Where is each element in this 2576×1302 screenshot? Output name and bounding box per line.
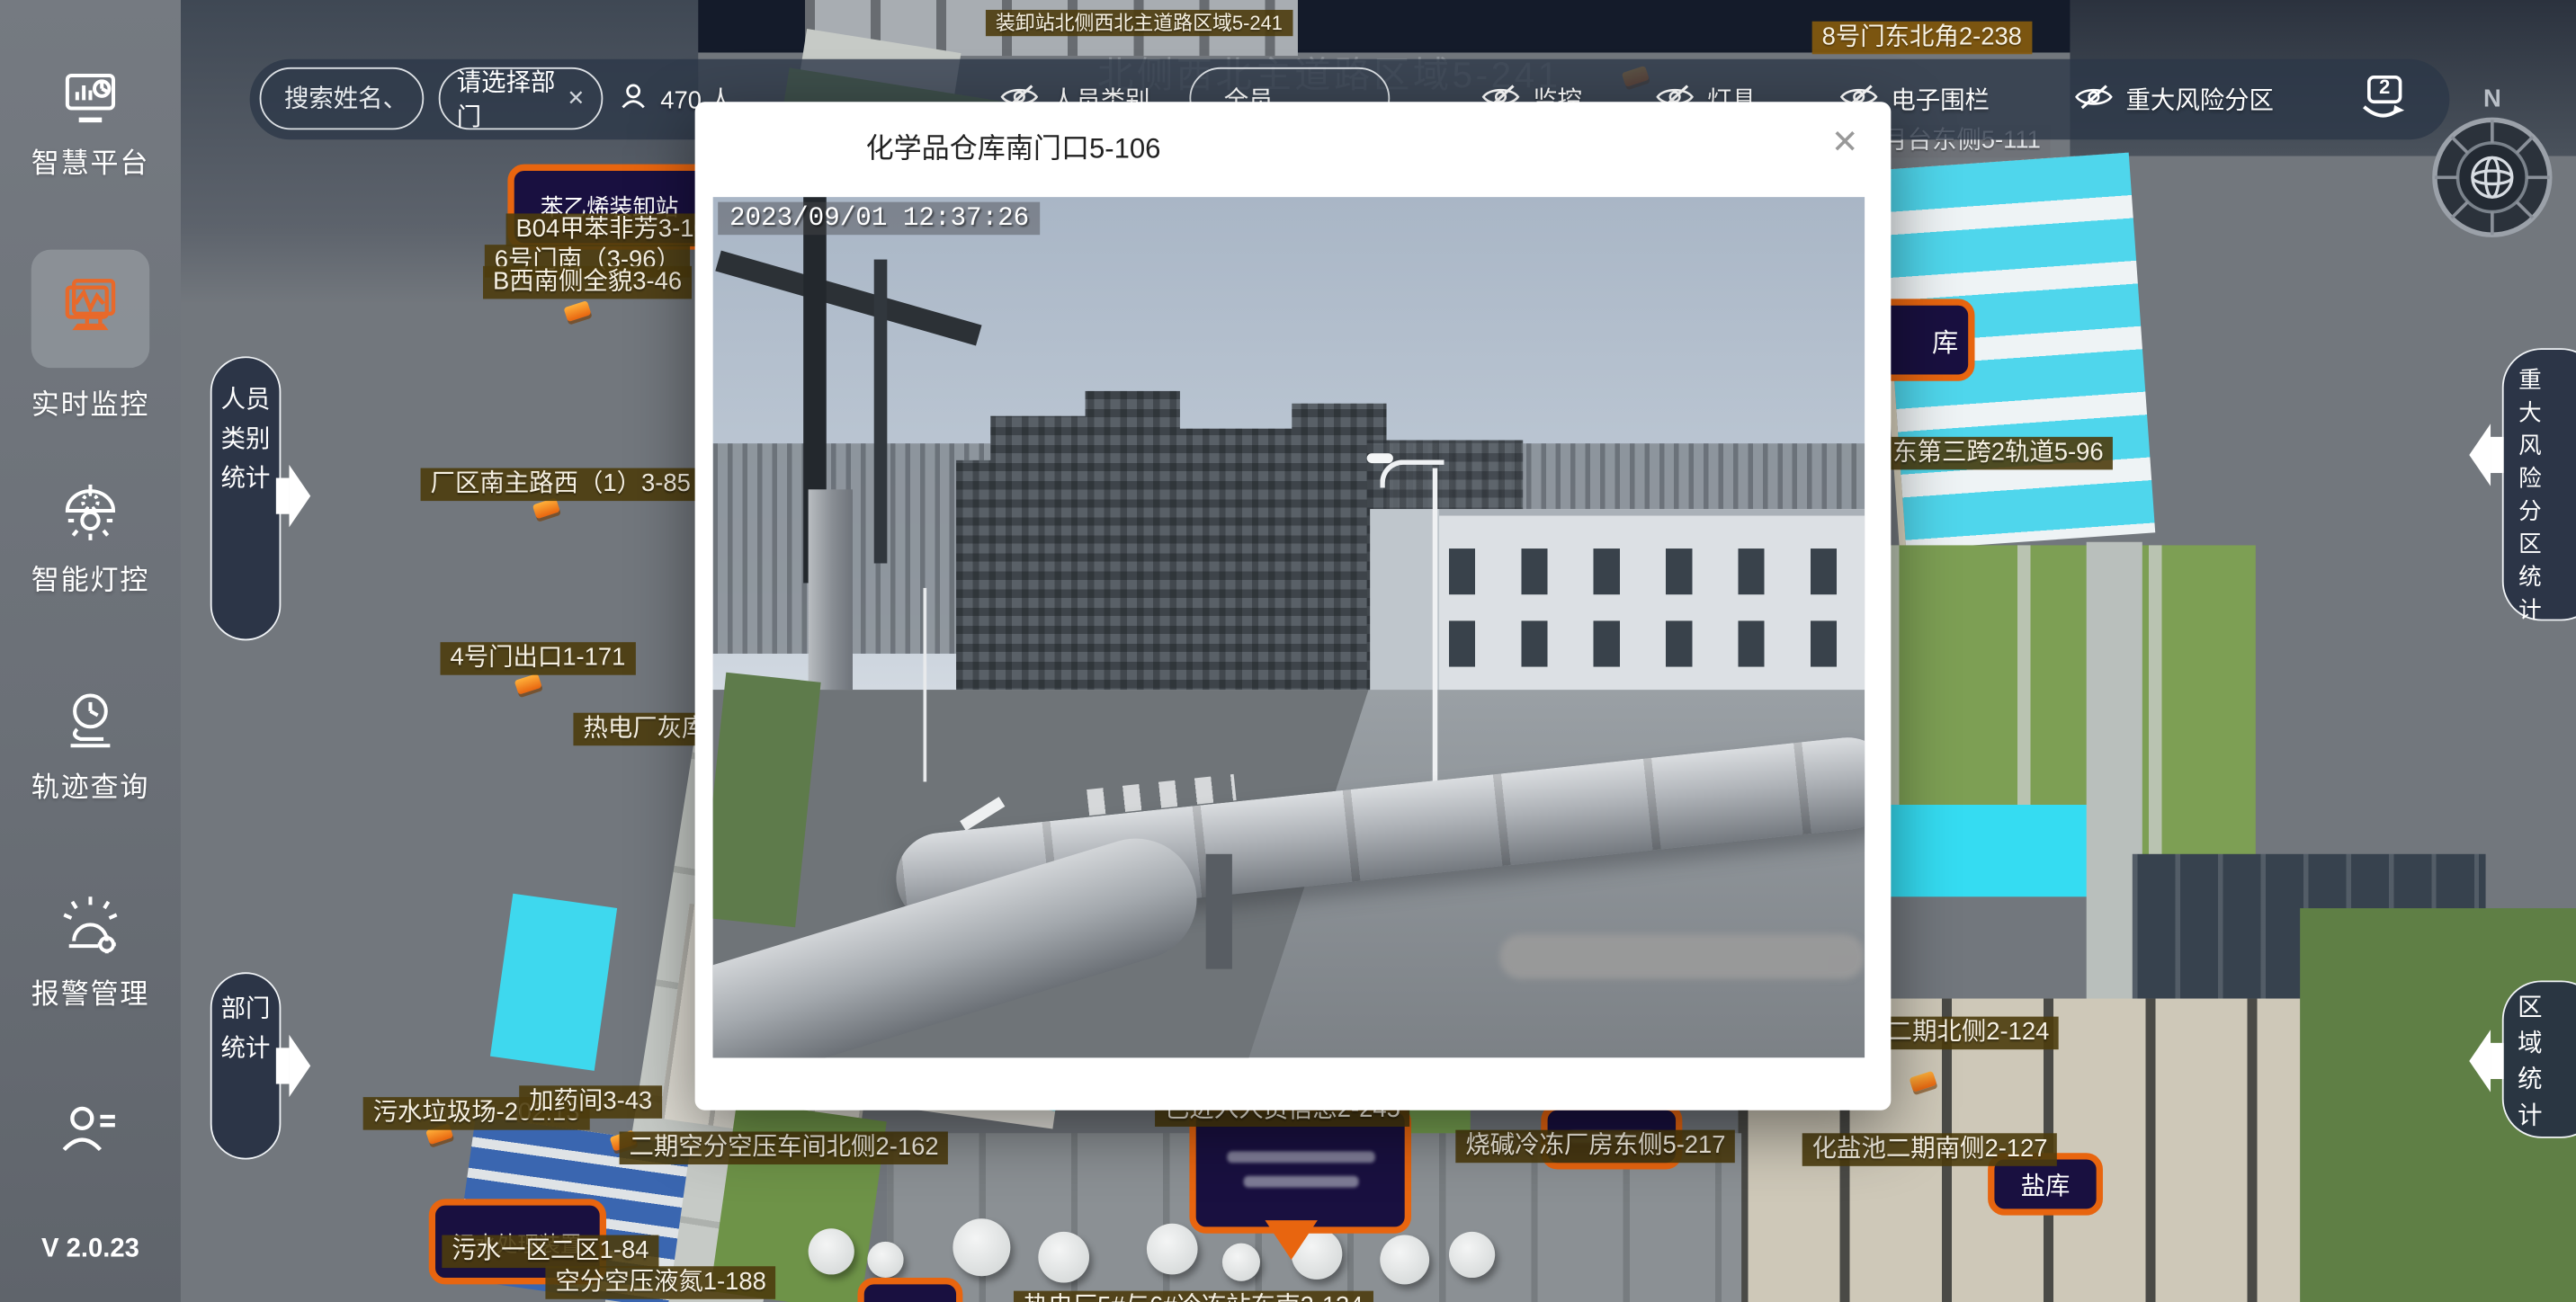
toggle-label: 电子围栏 [1891, 82, 1990, 116]
video-window-row [1449, 620, 1856, 666]
street-light-pole [1433, 468, 1437, 816]
tab-label: 区域统计 [2517, 990, 2543, 1135]
camera-label[interactable]: 东第三跨2轨道5-96 [1883, 437, 2113, 470]
street-light-pole [924, 588, 927, 782]
camera-label[interactable]: 加药间3-43 [519, 1085, 662, 1119]
pin-clock-icon [56, 686, 125, 763]
street-light-arm [1380, 459, 1444, 487]
tab-personnel-category-stats[interactable]: 人员类别统计 [210, 356, 282, 640]
video-pole-dark [874, 260, 888, 564]
camera-video-feed: 2023/09/01 12:37:26 [713, 197, 1865, 1057]
blurred-watermark [1500, 934, 1865, 978]
clear-icon[interactable]: ✕ [567, 85, 585, 111]
storage-tank [1380, 1235, 1429, 1285]
tab-label: 部门统计 [212, 990, 280, 1069]
tab-department-stats[interactable]: 部门统计 [210, 972, 282, 1159]
search-input[interactable] [261, 85, 422, 112]
storage-tank [867, 1242, 903, 1278]
close-icon[interactable]: ✕ [1825, 121, 1865, 163]
blurred-text [1227, 1151, 1374, 1163]
tab-label: 人员类别统计 [212, 381, 280, 500]
modal-title: 化学品仓库南门口5-106 [866, 125, 1161, 166]
video-pipe-support [1206, 854, 1232, 969]
sidebar-item-track-query[interactable]: 轨迹查询 [0, 686, 181, 805]
tab-label: 重大风险分区统计 [2517, 363, 2543, 626]
sidebar: 智慧平台 实时监控 [0, 0, 181, 1302]
camera-label[interactable]: 4号门出口1-171 [441, 642, 636, 675]
person-icon [620, 82, 648, 116]
camera-label[interactable]: 空分空压液氮1-188 [545, 1266, 775, 1299]
camera-label[interactable]: 厂区南主路西（1）3-85 [421, 468, 701, 502]
camera-modal: 化学品仓库南门口5-106 ✕ [695, 102, 1892, 1110]
view-2d-badge: 2 [2369, 76, 2401, 99]
video-window-row [1449, 548, 1856, 594]
sidebar-item-label: 实时监控 [0, 381, 181, 423]
lamp-icon [56, 479, 125, 557]
department-select[interactable]: 请选择部门 ✕ [439, 67, 604, 129]
zone-callout-label: 库 [1932, 320, 1958, 360]
storage-tank [1038, 1232, 1089, 1283]
camera-icon[interactable] [514, 673, 542, 695]
compass-widget[interactable] [2429, 115, 2554, 240]
sidebar-item-alarm[interactable]: 报警管理 [0, 894, 181, 1012]
app-stage: 北侧西北主道路区域5-241 厂区南主路西（1）3-85 4号门出口1-171 … [0, 0, 2576, 1302]
camera-label[interactable]: B04甲苯非芳3-10 [506, 213, 718, 246]
storage-tank [809, 1228, 854, 1274]
camera-label[interactable]: 二期北侧2-124 [1878, 1017, 2060, 1050]
sidebar-item-label: 轨迹查询 [0, 763, 181, 805]
toggle-label: 重大风险分区 [2126, 82, 2274, 116]
video-steel-structure [956, 391, 1387, 707]
department-select-value: 请选择部门 [457, 64, 560, 133]
camera-label[interactable]: 烧碱冷冻厂房东侧5-217 [1455, 1130, 1735, 1164]
sidebar-item-personnel[interactable] [0, 1097, 181, 1178]
sidebar-item-realtime-monitor[interactable]: 实时监控 [0, 271, 181, 422]
camera-label[interactable]: 装卸站北侧西北主道路区域5-241 [986, 10, 1292, 37]
sidebar-item-label: 智能灯控 [0, 557, 181, 598]
zone-callout-clipped[interactable] [857, 1278, 962, 1302]
storage-tank [1222, 1244, 1260, 1281]
toggle-risk-zone[interactable]: 重大风险分区 [2075, 82, 2274, 116]
storage-tank [1449, 1232, 1495, 1278]
camera-label[interactable]: 二期空分空压车间北侧2-162 [620, 1131, 949, 1164]
map-pool-cyan-left [490, 894, 617, 1071]
callout-pointer [1265, 1220, 1317, 1260]
compass-north-label: N [2429, 85, 2554, 113]
monitor-chart-icon [58, 66, 123, 139]
sidebar-item-label: 智慧平台 [0, 139, 181, 181]
camera-label[interactable]: 化盐池二期南侧2-127 [1802, 1133, 2058, 1166]
app-version: V 2.0.23 [0, 1235, 181, 1265]
video-timestamp: 2023/09/01 12:37:26 [718, 202, 1041, 236]
camera-label[interactable]: 污水一区二区1-84 [442, 1235, 658, 1269]
zone-callout-label: 盐库 [2021, 1167, 2071, 1201]
camera-label[interactable]: 热电厂5#与6#冷冻站东南2-134 [1014, 1291, 1373, 1302]
camera-label[interactable]: 8号门东北角2-238 [1812, 22, 2032, 55]
search-input-pill[interactable] [260, 67, 425, 129]
storage-tank [953, 1218, 1010, 1276]
blurred-text [1243, 1176, 1358, 1188]
view-2d-toggle[interactable]: 2 [2354, 72, 2410, 128]
tab-major-risk-zone-stats[interactable]: 重大风险分区统计 [2502, 348, 2576, 620]
person-list-icon [54, 1097, 126, 1178]
storage-tank [1147, 1224, 1198, 1275]
eye-slash-icon [2075, 83, 2113, 116]
map-pool-cyan-right [1886, 805, 2119, 896]
sidebar-item-label: 报警管理 [0, 970, 181, 1012]
tab-area-stats[interactable]: 区域统计 [2502, 980, 2576, 1137]
camera-label[interactable]: B西南侧全貌3-46 [483, 266, 692, 299]
street-light-head [1367, 453, 1393, 463]
alarm-gear-icon [56, 894, 125, 971]
sidebar-item-platform[interactable]: 智慧平台 [0, 66, 181, 181]
monitor-pulse-icon [54, 271, 126, 352]
sidebar-item-smart-light[interactable]: 智能灯控 [0, 479, 181, 598]
